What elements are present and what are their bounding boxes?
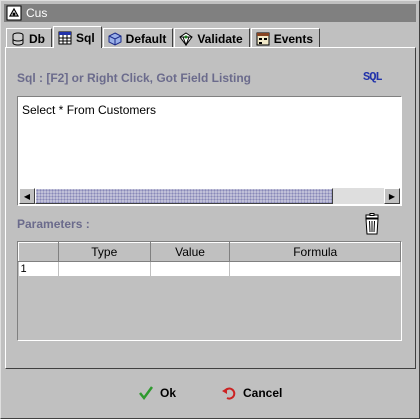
undo-arrow-icon	[222, 387, 236, 400]
type-cell[interactable]	[58, 261, 151, 277]
tab-events-label: Events	[273, 31, 314, 46]
formula-cell[interactable]	[229, 261, 401, 277]
ok-label: Ok	[160, 386, 177, 400]
tab-db[interactable]: Db	[6, 28, 52, 48]
row-number-cell[interactable]: 1	[18, 261, 59, 277]
tab-db-label: Db	[29, 31, 45, 46]
cancel-button[interactable]: Cancel	[221, 383, 282, 403]
trash-icon[interactable]	[362, 213, 382, 235]
ok-button[interactable]: Ok	[138, 383, 176, 403]
window-title: Cus	[26, 6, 48, 20]
footer-buttons: Ok Cancel	[1, 377, 420, 407]
value-cell[interactable]	[150, 261, 231, 277]
tab-default-label: Default	[125, 31, 167, 46]
tab-sql-label: Sql	[76, 30, 95, 45]
sql-editor[interactable]: Select * From Customers ◀ ▶	[17, 96, 402, 206]
horizontal-scrollbar[interactable]: ◀ ▶	[19, 188, 400, 204]
tab-validate[interactable]: Validate	[174, 28, 250, 48]
sql-query-text[interactable]: Select * From Customers	[22, 103, 156, 117]
tab-default[interactable]: Default	[102, 28, 174, 48]
validate-icon	[179, 31, 194, 46]
tab-sql[interactable]: Sql	[53, 26, 102, 48]
sql-table-icon	[58, 31, 72, 44]
cube-icon	[108, 31, 122, 46]
scroll-thumb[interactable]	[35, 188, 333, 204]
cancel-label: Cancel	[243, 386, 283, 400]
grid-header-row: Type Value Formula	[18, 242, 401, 262]
scroll-track[interactable]	[35, 188, 384, 204]
parameters-grid[interactable]: Type Value Formula 1	[17, 241, 402, 341]
title-bar[interactable]: Cus	[4, 4, 416, 22]
parameters-table: Type Value Formula 1	[18, 242, 401, 277]
checkmark-icon	[139, 386, 154, 401]
table-row[interactable]: 1	[18, 261, 401, 277]
column-header-rownum[interactable]	[18, 242, 59, 262]
column-header-value[interactable]: Value	[149, 242, 231, 262]
sql-field-listing-button[interactable]: SQL	[363, 70, 383, 84]
database-icon	[12, 32, 24, 45]
column-header-type[interactable]: Type	[57, 242, 151, 262]
tab-strip: Db Sql Default Validate Events	[6, 26, 321, 48]
events-icon	[256, 32, 270, 45]
dialog-window: Cus Db Sql Default Validate Events Sql:…	[0, 0, 420, 419]
column-header-formula[interactable]: Formula	[229, 242, 401, 262]
tab-events[interactable]: Events	[250, 28, 321, 48]
parameters-label: Parameters :	[17, 217, 90, 231]
app-icon	[6, 5, 22, 21]
scroll-right-arrow-icon[interactable]: ▶	[384, 188, 400, 204]
sql-hint-label: Sql : [F2] or Right Click, Got Field Lis…	[17, 71, 251, 85]
tab-validate-label: Validate	[197, 31, 243, 46]
scroll-left-arrow-icon[interactable]: ◀	[19, 188, 35, 204]
